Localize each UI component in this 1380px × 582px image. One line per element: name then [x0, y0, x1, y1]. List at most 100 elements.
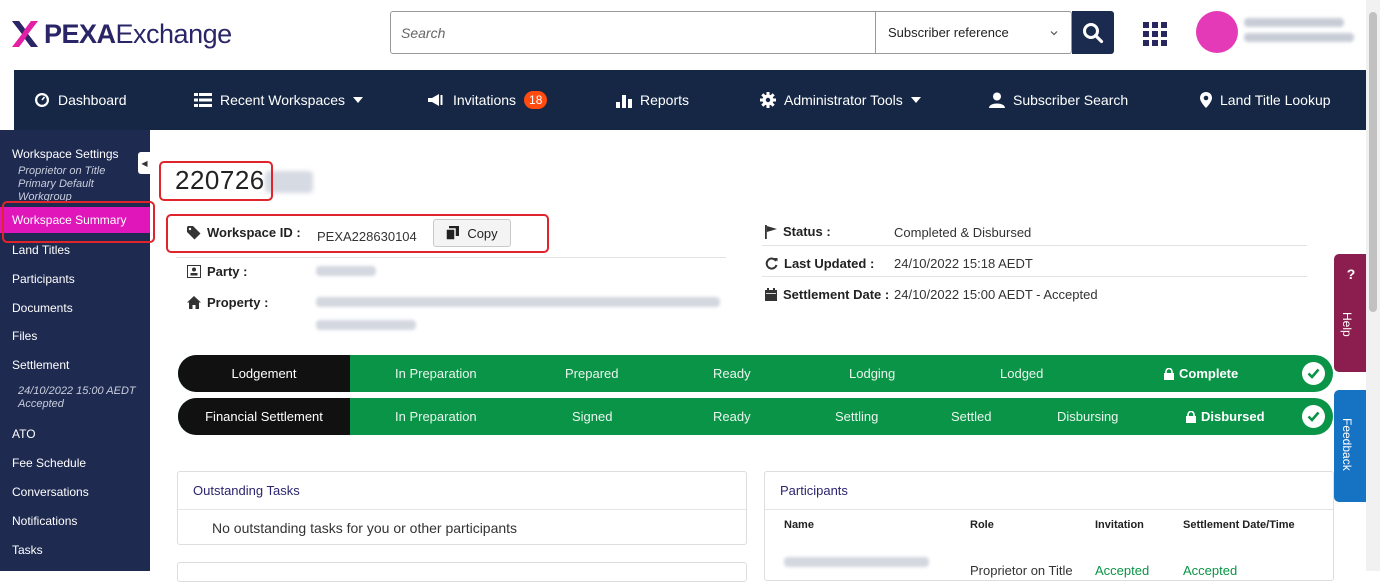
sidebar-item-tasks[interactable]: Tasks: [0, 543, 150, 557]
sidebar-item-settlement[interactable]: Settlement: [0, 358, 150, 372]
avatar[interactable]: [1196, 11, 1238, 53]
financial-step: Settling: [835, 409, 879, 424]
sidebar-settlement-detail: 24/10/2022 15:00 AEDT Accepted: [18, 385, 136, 410]
refresh-icon: [765, 257, 778, 270]
nav-dashboard[interactable]: Dashboard: [34, 70, 127, 130]
last-updated-value: 24/10/2022 15:18 AEDT: [894, 256, 1033, 271]
help-tab-label: Help: [1340, 312, 1354, 337]
property-value-redacted: [316, 320, 416, 330]
flag-icon: [765, 224, 777, 239]
highlight-annotation: [166, 214, 549, 253]
search-input[interactable]: [391, 12, 875, 53]
property-label: Property :: [187, 295, 268, 310]
property-value-redacted: [316, 297, 720, 307]
divider: [176, 257, 726, 258]
megaphone-icon: [428, 94, 443, 106]
logo-text: PEXAExchange: [44, 18, 232, 49]
column-header-role: Role: [970, 519, 994, 531]
bar-chart-icon: [616, 95, 632, 108]
nav-invitations[interactable]: Invitations 18: [427, 70, 548, 130]
highlight-annotation: [159, 161, 273, 201]
party-label: Party :: [187, 264, 247, 279]
top-header: PEXAExchange Subscriber reference: [0, 0, 1380, 70]
chevron-left-icon: ◀: [141, 158, 148, 168]
search-box: Subscriber reference: [390, 11, 1072, 54]
outstanding-tasks-empty-message: No outstanding tasks for you or other pa…: [212, 520, 518, 536]
nav-recent-workspaces[interactable]: Recent Workspaces: [194, 70, 364, 130]
search-button[interactable]: [1072, 11, 1114, 54]
lodgement-step: Lodged: [1000, 366, 1044, 381]
participants-panel: Participants Name Role Invitation Settle…: [764, 471, 1334, 581]
status-value: Completed & Disbursed: [894, 225, 1032, 240]
nav-reports[interactable]: Reports: [616, 70, 689, 130]
sidebar-item-documents[interactable]: Documents: [0, 301, 150, 315]
sidebar-collapse-button[interactable]: ◀: [138, 152, 151, 174]
nav-administrator-tools[interactable]: Administrator Tools: [760, 70, 921, 130]
sidebar-item-notifications[interactable]: Notifications: [0, 514, 150, 528]
caret-down-icon: [910, 97, 921, 103]
gear-icon: [760, 92, 776, 108]
list-icon: [194, 93, 212, 107]
settlement-date-value: 24/10/2022 15:00 AEDT - Accepted: [894, 287, 1098, 302]
column-header-settlement: Settlement Date/Time: [1183, 519, 1295, 531]
workspace-sidebar: Workspace Settings Proprietor on Title P…: [0, 130, 150, 571]
dashboard-gauge-icon: [35, 93, 49, 107]
column-header-name: Name: [784, 519, 814, 531]
search-scope-select[interactable]: Subscriber reference: [875, 12, 1071, 53]
nav-subscriber-search[interactable]: Subscriber Search: [989, 70, 1128, 130]
sidebar-item-conversations[interactable]: Conversations: [0, 485, 150, 499]
financial-step: Ready: [713, 409, 751, 424]
check-circle-icon: [1302, 362, 1325, 385]
panel-title: Participants: [765, 472, 1333, 510]
divider: [762, 245, 1307, 246]
user-name-redacted: [1244, 18, 1354, 48]
scrollbar-thumb[interactable]: [1369, 12, 1377, 312]
column-header-invitation: Invitation: [1095, 519, 1144, 531]
sidebar-item-fee-schedule[interactable]: Fee Schedule: [0, 456, 150, 470]
id-card-icon: [187, 265, 201, 278]
sidebar-item-ato[interactable]: ATO: [0, 427, 150, 441]
sidebar-item-workspace-settings[interactable]: Workspace Settings: [0, 147, 150, 161]
apps-grid-icon[interactable]: [1143, 22, 1167, 46]
financial-final-step: Disbursed: [1186, 398, 1265, 435]
lock-icon: [1164, 367, 1174, 380]
financial-step: Disbursing: [1057, 409, 1119, 424]
sidebar-item-participants[interactable]: Participants: [0, 272, 150, 286]
lodgement-step: Prepared: [565, 366, 619, 381]
help-question-icon: ?: [1346, 266, 1356, 282]
divider: [762, 276, 1307, 277]
financial-step: Settled: [951, 409, 992, 424]
search-icon: [1083, 22, 1104, 43]
map-pin-icon: [1200, 92, 1212, 108]
financial-step: In Preparation: [395, 409, 477, 424]
lodgement-step: In Preparation: [395, 366, 477, 381]
lodgement-step: Ready: [713, 366, 751, 381]
feedback-tab-label: Feedback: [1340, 418, 1354, 471]
sidebar-settings-detail: Proprietor on Title Primary Default Work…: [18, 165, 106, 203]
lock-icon: [1186, 410, 1196, 423]
pexa-exchange-logo[interactable]: PEXAExchange: [10, 16, 232, 52]
sidebar-item-files[interactable]: Files: [0, 329, 150, 343]
highlight-annotation: [2, 201, 155, 243]
last-updated-label: Last Updated :: [765, 256, 874, 271]
chevron-down-icon: [1050, 30, 1058, 35]
search-scope-label: Subscriber reference: [888, 25, 1009, 40]
lodgement-progress-bar: Lodgement In Preparation Prepared Ready …: [178, 355, 1333, 392]
financial-step: Signed: [572, 409, 613, 424]
participant-name-redacted: [784, 557, 929, 567]
sidebar-item-land-titles[interactable]: Land Titles: [0, 243, 150, 257]
panel-title: Outstanding Tasks: [178, 472, 746, 510]
nav-land-title-lookup[interactable]: Land Title Lookup: [1200, 70, 1331, 130]
help-tab[interactable]: ? Help: [1334, 254, 1368, 372]
calendar-icon: [765, 288, 777, 301]
feedback-tab[interactable]: Feedback: [1334, 390, 1368, 502]
check-circle-icon: [1302, 405, 1325, 428]
caret-down-icon: [353, 97, 364, 103]
lodgement-progress-head: Lodgement: [178, 355, 350, 392]
status-label: Status :: [765, 224, 831, 239]
main-nav: Dashboard Recent Workspaces Invitations …: [14, 70, 1366, 130]
pexa-x-icon: [12, 21, 38, 47]
invitations-count-badge: 18: [524, 91, 548, 109]
lodgement-final-step: Complete: [1164, 355, 1238, 392]
settlement-date-label: Settlement Date :: [765, 287, 889, 302]
